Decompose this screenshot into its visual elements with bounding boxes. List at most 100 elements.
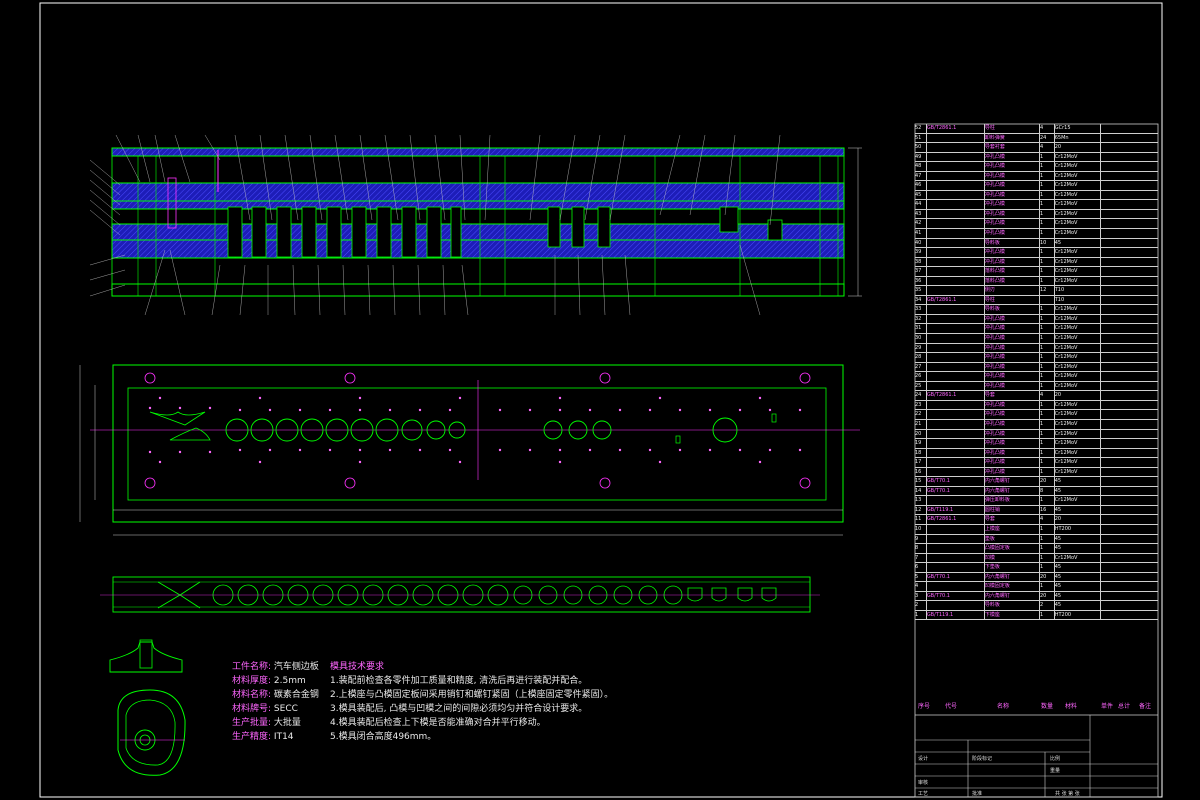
bom-cell-qty: 4 (1040, 391, 1055, 400)
bom-row: 35 侧刃 12 T10 (915, 286, 1158, 296)
bom-cell-name: 冲孔凸模 (985, 181, 1040, 190)
bom-cell-name: 凹模固定板 (985, 582, 1040, 591)
bom-cell-name: 凸模固定板 (985, 544, 1040, 553)
bom-cell-mat: 45 (1055, 238, 1101, 248)
bom-cell-blank (1101, 410, 1158, 419)
bom-cell-no: 33 (915, 305, 927, 314)
bom-cell-name: 冲孔凸模 (985, 200, 1040, 209)
tb-weight: 重量 (1050, 768, 1061, 774)
bom-cell-no: 15 (915, 477, 927, 486)
bom-cell-no: 36 (915, 276, 927, 286)
title-block-frame (915, 715, 1158, 797)
bom-cell-mat: Cr12MoV (1055, 190, 1101, 200)
bom-cell-name: 冲孔凸模 (985, 439, 1040, 448)
bom-cell-code (927, 171, 985, 181)
property-row: 材料牌号: SECC (232, 704, 298, 714)
bom-cell-code (927, 544, 985, 553)
bom-cell-no: 25 (915, 381, 927, 391)
bom-cell-qty: 1 (1040, 267, 1055, 276)
bom-cell-mat: Cr12MoV (1055, 458, 1101, 467)
bom-cell-qty: 1 (1040, 152, 1055, 162)
bom-cell-no: 28 (915, 353, 927, 362)
bom-cell-no: 47 (915, 171, 927, 181)
bom-cell-name: 冲孔凸模 (985, 209, 1040, 219)
bom-cell-no: 31 (915, 324, 927, 334)
bom-cell-no: 27 (915, 362, 927, 372)
bom-cell-blank (1101, 181, 1158, 190)
bom-cell-code (927, 496, 985, 505)
bom-cell-blank (1101, 449, 1158, 458)
bom-cell-name: 凹模 (985, 553, 1040, 563)
bom-row: 46 冲孔凸模 1 Cr12MoV (915, 181, 1158, 191)
bom-cell-blank (1101, 172, 1158, 181)
bom-cell-no: 18 (915, 448, 927, 458)
bom-cell-blank (1101, 267, 1158, 276)
bom-row: 6 下垫板 1 45 (915, 563, 1158, 573)
bom-cell-no: 26 (915, 372, 927, 381)
bom-cell-qty: 1 (1040, 448, 1055, 458)
bom-cell-no: 44 (915, 200, 927, 209)
bom-cell-blank (1101, 124, 1158, 133)
bom-cell-no: 12 (915, 505, 927, 515)
bom-cell-name: 内六角螺钉 (985, 486, 1040, 496)
bom-cell-name: 落料凸模 (985, 276, 1040, 286)
bom-cell-mat: 45 (1055, 601, 1101, 610)
bom-cell-mat: Cr12MoV (1055, 257, 1101, 267)
bom-cell-mat: Cr12MoV (1055, 372, 1101, 381)
bom-cell-name: 圆柱销 (985, 505, 1040, 515)
bom-cell-mat: 45 (1055, 582, 1101, 591)
requirement-item: 3.模具装配后, 凸模与凹模之间的间隙必须均匀并符合设计要求。 (330, 704, 588, 714)
bom-row: 33 导料板 1 Cr12MoV (915, 305, 1158, 315)
bom-cell-mat: 65Mn (1055, 133, 1101, 143)
bom-cell-qty: 1 (1040, 343, 1055, 353)
requirement-item: 2.上模座与凸模固定板间采用销钉和螺钉紧固（上模座固定零件紧固）。 (330, 690, 614, 700)
bom-cell-name: 冲孔凸模 (985, 410, 1040, 419)
bom-cell-qty: 1 (1040, 190, 1055, 200)
bom-cell-mat: Cr12MoV (1055, 553, 1101, 563)
bom-cell-mat: Cr12MoV (1055, 353, 1101, 362)
bom-cell-qty: 1 (1040, 257, 1055, 267)
bom-header-code: 代号 (945, 703, 958, 710)
bom-cell-code (927, 248, 985, 257)
bom-cell-name: 冲孔凸模 (985, 467, 1040, 477)
property-row: 工件名称: 汽车侧边板 (232, 662, 319, 672)
bom-cell-code (927, 362, 985, 372)
bom-cell-code (927, 353, 985, 362)
bom-cell-blank (1101, 554, 1158, 563)
bom-row: 8 凸模固定板 1 45 (915, 544, 1158, 554)
bom-cell-mat: HT200 (1055, 610, 1101, 620)
bom-cell-no: 13 (915, 496, 927, 505)
bom-cell-mat: Cr12MoV (1055, 267, 1101, 276)
bom-cell-mat: Cr12MoV (1055, 171, 1101, 181)
bom-table: 52 GB/T2861.1 导柱 4 GCr15 51 卸料弹簧 24 65Mn 50 导套衬套 4 2… (915, 124, 1158, 621)
bom-cell-qty: 10 (1040, 238, 1055, 248)
bom-cell-name: 导料板 (985, 238, 1040, 248)
bom-cell-mat: HT200 (1055, 524, 1101, 534)
bom-cell-mat: 45 (1055, 477, 1101, 486)
bom-cell-code (927, 238, 985, 248)
bom-cell-blank (1101, 506, 1158, 515)
bom-cell-code (927, 419, 985, 429)
bom-cell-mat: Cr12MoV (1055, 219, 1101, 229)
bom-cell-no: 6 (915, 563, 927, 572)
bom-cell-qty: 20 (1040, 591, 1055, 601)
bom-cell-mat: Cr12MoV (1055, 229, 1101, 238)
bom-cell-code (927, 448, 985, 458)
bom-cell-no: 8 (915, 544, 927, 553)
bom-cell-blank (1101, 229, 1158, 238)
bom-cell-mat: 45 (1055, 563, 1101, 572)
bom-row: 21 冲孔凸模 1 Cr12MoV (915, 419, 1158, 430)
bom-cell-no: 29 (915, 343, 927, 353)
bom-cell-qty: 1 (1040, 248, 1055, 257)
tb-approve: 批准 (972, 791, 983, 797)
bom-cell-code: GB/T2861.1 (927, 391, 985, 400)
bom-cell-code (927, 152, 985, 162)
bom-cell-name: 导料板 (985, 601, 1040, 610)
bom-cell-qty: 16 (1040, 505, 1055, 515)
bom-header-material: 材料 (1065, 703, 1078, 710)
bom-cell-code: GB/T70.1 (927, 591, 985, 601)
bom-cell-mat: T10 (1055, 286, 1101, 295)
bom-cell-no: 43 (915, 209, 927, 219)
bom-cell-code (927, 343, 985, 353)
bom-cell-name: 冲孔凸模 (985, 334, 1040, 343)
